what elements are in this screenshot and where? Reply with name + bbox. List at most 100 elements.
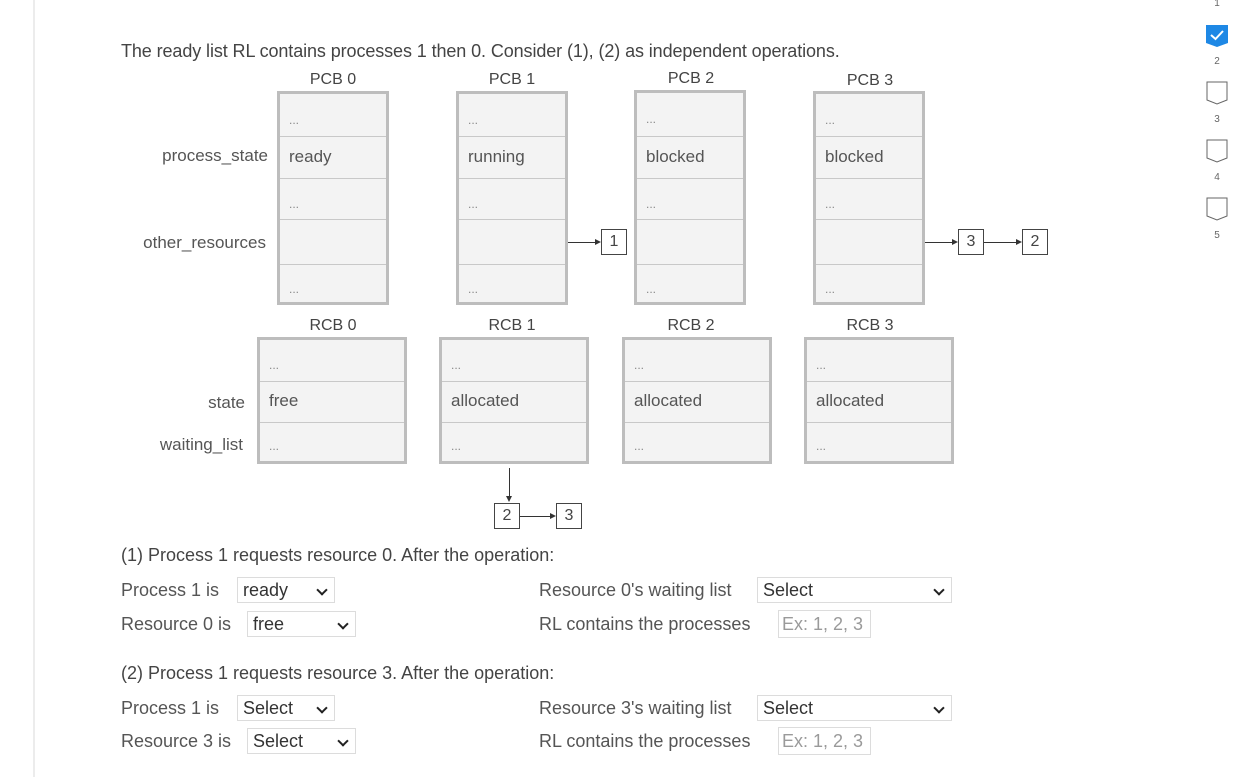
q2-waiting-list-select[interactable]: Select: [757, 695, 952, 721]
rcb-3-waiting-list: ...: [807, 422, 951, 461]
ellipsis: ...: [646, 112, 657, 126]
checkmark-icon: [1206, 25, 1228, 47]
rcb-2-waiting-list: ...: [625, 422, 769, 461]
pcb-3-resource-node-1: 2: [1022, 229, 1048, 255]
rcb-0-state: free: [260, 381, 404, 422]
content-left-border: [33, 0, 35, 777]
q2-process-state-select[interactable]: Select: [237, 695, 335, 721]
rcb-0-title: RCB 0: [309, 317, 357, 334]
selected-value: Select: [763, 698, 814, 718]
pcb-1-title: PCB 1: [488, 71, 536, 88]
bookmark-outline-icon: [1206, 81, 1228, 105]
pcb-0: ... ready ... ...: [277, 91, 389, 305]
chevron-down-icon: [337, 618, 349, 630]
chevron-down-icon: [337, 735, 349, 747]
q1-rl-input[interactable]: [778, 610, 871, 638]
nav-number-1: 1: [1214, 0, 1220, 9]
ellipsis: ...: [269, 358, 280, 372]
pcb-1-cell-bottom: ...: [459, 264, 565, 302]
pcb-2-cell-top: ...: [637, 93, 743, 136]
ellipsis: ...: [468, 282, 479, 296]
chevron-down-icon: [933, 584, 945, 596]
nav-item-2[interactable]: [1206, 81, 1228, 105]
q2-rl-input[interactable]: [778, 727, 871, 755]
rcb-1-waiting-node-1: 3: [556, 503, 582, 529]
intro-text: The ready list RL contains processes 1 t…: [121, 41, 840, 61]
selected-value: Select: [253, 731, 304, 751]
pcb-1-cell-top: ...: [459, 94, 565, 136]
pcb-0-cell-top: ...: [280, 94, 386, 136]
selected-value: free: [253, 614, 285, 634]
rcb-1-state: allocated: [442, 381, 586, 422]
pcb-1-resource-link-line: [568, 242, 595, 243]
nav-number-5: 5: [1214, 230, 1220, 241]
ellipsis: ...: [825, 282, 836, 296]
rcb-3-cell-top: ...: [807, 340, 951, 381]
pcb-3-other-resources: [816, 219, 922, 264]
pcb-3-cell-top: ...: [816, 94, 922, 136]
ellipsis: ...: [646, 282, 657, 296]
pcb-2-cell-mid: ...: [637, 178, 743, 219]
pcb-3-cell-mid: ...: [816, 178, 922, 219]
ellipsis: ...: [289, 282, 300, 296]
pcb-2-cell-bottom: ...: [637, 264, 743, 302]
q2-resource-label: Resource 3 is: [121, 731, 232, 751]
chevron-down-icon: [933, 702, 945, 714]
rcb-2: ... allocated ...: [622, 337, 772, 464]
q1-resource-state-select[interactable]: free: [247, 611, 356, 637]
pcb-0-cell-bottom: ...: [280, 264, 386, 302]
pcb-1: ... running ... ...: [456, 91, 568, 305]
rcb-3-state: allocated: [807, 381, 951, 422]
ellipsis: ...: [634, 358, 645, 372]
bookmark-outline-icon: [1206, 197, 1228, 221]
pcb-1-cell-mid: ...: [459, 178, 565, 219]
bookmark-outline-icon: [1206, 139, 1228, 163]
ellipsis: ...: [468, 113, 479, 127]
rcb-1-waiting-node-0: 2: [494, 503, 520, 529]
selected-value: Select: [243, 698, 294, 718]
pcb-3-resource-link-line: [925, 242, 952, 243]
nav-number-3: 3: [1214, 114, 1220, 125]
pcb-3-resource-link-line-2: [984, 242, 1016, 243]
rcb-3-title: RCB 3: [846, 317, 894, 334]
rcb-1-waiting-list: ...: [442, 422, 586, 461]
ellipsis: ...: [289, 113, 300, 127]
pcb-3: ... blocked ... ...: [813, 91, 925, 305]
rcb-0-cell-top: ...: [260, 340, 404, 381]
ellipsis: ...: [816, 358, 827, 372]
ellipsis: ...: [468, 197, 479, 211]
nav-item-3[interactable]: [1206, 139, 1228, 163]
ellipsis: ...: [816, 439, 827, 453]
ellipsis: ...: [634, 439, 645, 453]
rcb-0: ... free ...: [257, 337, 407, 464]
pcb-0-cell-mid: ...: [280, 178, 386, 219]
q1-resource-label: Resource 0 is: [121, 614, 232, 634]
nav-item-4[interactable]: [1206, 197, 1228, 221]
q1-waiting-list-select[interactable]: Select: [757, 577, 952, 603]
pcb-3-title: PCB 3: [846, 72, 894, 89]
rcb-1-waiting-link-line: [509, 468, 510, 496]
ellipsis: ...: [269, 439, 280, 453]
q2-resource-state-select[interactable]: Select: [247, 728, 356, 754]
chevron-down-icon: [316, 702, 328, 714]
rcb-2-cell-top: ...: [625, 340, 769, 381]
ellipsis: ...: [451, 358, 462, 372]
rcb-1-title: RCB 1: [488, 317, 536, 334]
nav-item-1-completed[interactable]: [1206, 25, 1228, 47]
chevron-down-icon: [316, 584, 328, 596]
q2-rl-label: RL contains the processes: [539, 731, 751, 751]
label-waiting-list: waiting_list: [159, 435, 243, 454]
q1-process-state-select[interactable]: ready: [237, 577, 335, 603]
label-state: state: [208, 393, 245, 412]
pcb-2-other-resources: [637, 219, 743, 264]
q2-process-label: Process 1 is: [121, 698, 220, 718]
arrow-down-icon: [506, 496, 512, 502]
pcb-3-process-state: blocked: [816, 136, 922, 178]
rcb-3: ... allocated ...: [804, 337, 954, 464]
selected-value: Select: [763, 580, 814, 600]
q1-rl-label: RL contains the processes: [539, 614, 751, 634]
pcb-2-title: PCB 2: [667, 70, 715, 87]
nav-number-4: 4: [1214, 172, 1220, 183]
pcb-1-resource-node: 1: [601, 229, 627, 255]
rcb-1-cell-top: ...: [442, 340, 586, 381]
